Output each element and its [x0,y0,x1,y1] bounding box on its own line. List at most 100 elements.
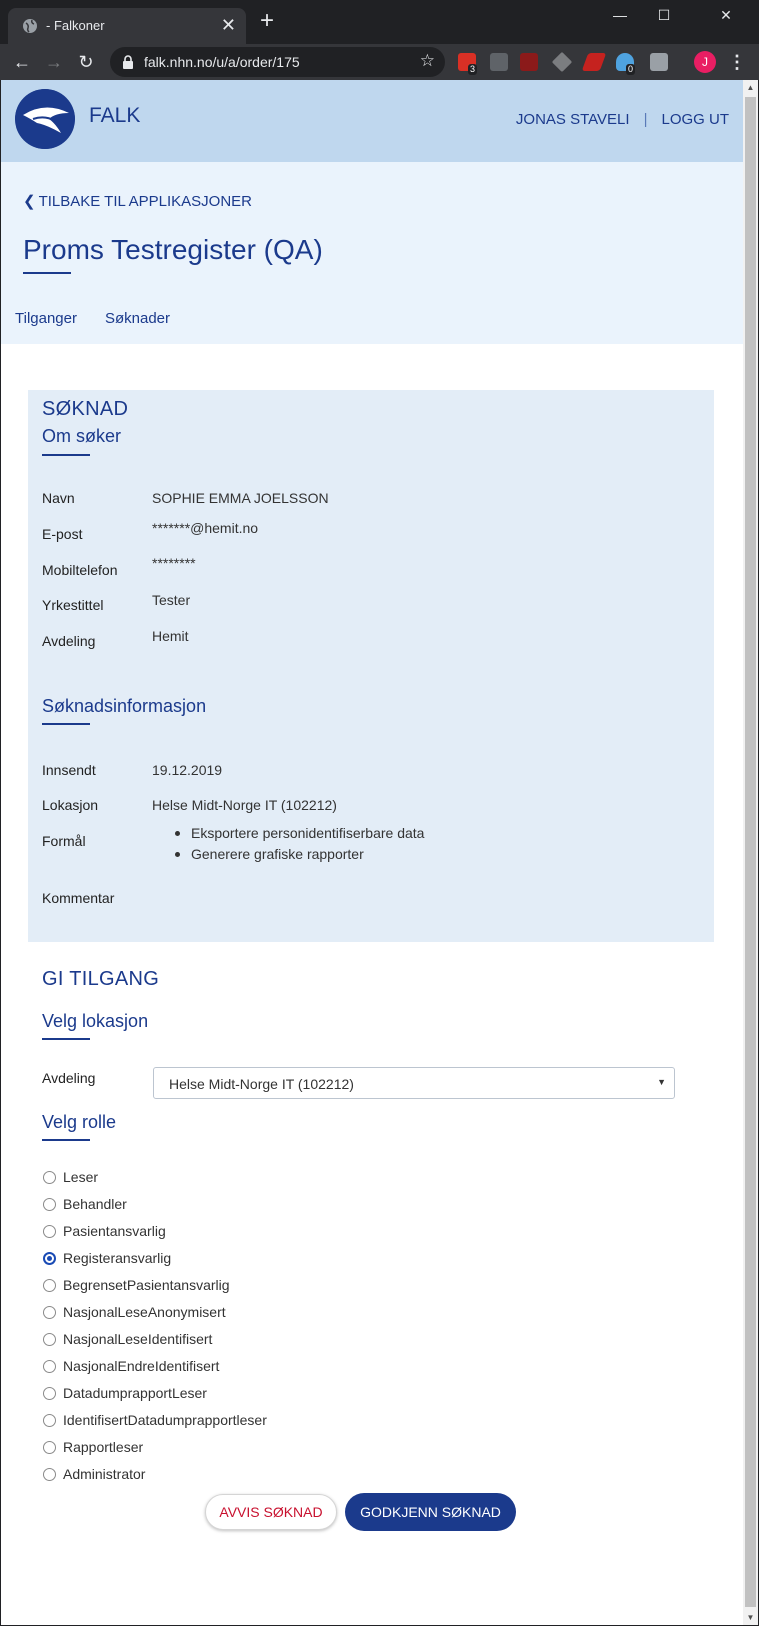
role-label: Pasientansvarlig [63,1223,166,1239]
browser-tabstrip: - Falkoner ✕ + — ☐ ✕ [0,0,759,44]
role-label: NasjonalEndreIdentifisert [63,1358,220,1374]
scrollbar-thumb[interactable] [745,97,756,1607]
list-item: Eksportere personidentifiserbare data [171,823,424,844]
department-label: Avdeling [42,633,96,649]
role-radio[interactable] [43,1171,56,1184]
role-label: Registeransvarlig [63,1250,172,1266]
url-text: falk.nhn.no/u/a/order/175 [144,54,300,70]
tab-tilganger[interactable]: Tilganger [15,310,77,327]
red-extension-icon[interactable] [581,53,607,71]
tab-title: - Falkoner [46,18,105,33]
role-radio[interactable] [43,1225,56,1238]
location-label: Lokasjon [42,797,99,813]
falk-logo[interactable] [15,89,75,149]
name-label: Navn [42,490,75,506]
role-select-heading: Velg rolle [42,1112,117,1132]
department-value: Hemit [152,628,189,644]
bookmark-star-icon[interactable]: ☆ [420,51,435,71]
pdf-extension-icon[interactable] [520,53,538,71]
tab-soknader[interactable]: Søknader [105,310,170,327]
list-item: Generere grafiske rapporter [171,844,424,865]
job-title-value: Tester [152,592,191,608]
role-label: NasjonalLeseAnonymisert [63,1304,226,1320]
heading-underline [42,1038,90,1040]
page-viewport: FALK JONAS STAVELI | LOGG UT ❮ TILBAKE TIL … [1,80,743,1625]
selenium-extension-icon[interactable] [490,53,508,71]
address-bar[interactable]: falk.nhn.no/u/a/order/175 ☆ [110,47,445,77]
user-name-link[interactable]: JONAS STAVELI [516,111,630,128]
chevron-left-icon: ❮ [23,193,36,210]
profile-avatar[interactable]: J [694,51,716,73]
grant-heading: GI TILGANG [42,968,160,990]
grant-department-label: Avdeling [42,1070,96,1086]
back-link-label: TILBAKE TIL APPLIKASJONER [38,193,252,210]
heading-underline [42,454,90,456]
browser-toolbar: ← → ↻ falk.nhn.no/u/a/order/175 ☆ 3 0 J … [0,44,759,80]
user-nav: JONAS STAVELI | LOGG UT [516,111,729,128]
scroll-down-arrow-icon[interactable]: ▼ [743,1610,758,1625]
role-label: BegrensetPasientansvarlig [63,1277,230,1293]
forward-arrow-icon[interactable]: → [42,50,66,74]
new-tab-icon[interactable]: + [260,9,274,33]
role-radio[interactable] [43,1306,56,1319]
applicant-heading: Om søker [42,426,121,446]
page-title: Proms Testregister (QA) [23,234,323,265]
heading-underline [42,723,90,725]
drive-extension-icon[interactable] [551,51,573,73]
back-to-applications-link[interactable]: ❮ TILBAKE TIL APPLIKASJONER [23,192,252,210]
minimize-icon[interactable]: — [597,4,643,26]
vertical-scrollbar[interactable]: ▲ ▼ [743,80,758,1625]
role-label: Rapportleser [63,1439,144,1455]
extension-badge: 0 [626,64,636,75]
keep-extension-icon[interactable] [650,53,668,71]
location-value: Helse Midt-Norge IT (102212) [152,797,337,813]
role-label: Administrator [63,1466,146,1482]
browser-tab[interactable]: - Falkoner ✕ [8,8,246,44]
extension-badge: 3 [468,64,478,75]
comment-label: Kommentar [42,890,115,906]
role-label: IdentifisertDatadumprapportleser [63,1412,267,1428]
role-radio[interactable] [43,1360,56,1373]
role-label: NasjonalLeseIdentifisert [63,1331,213,1347]
role-radio[interactable] [43,1441,56,1454]
purpose-label: Formål [42,833,86,849]
site-header: FALK JONAS STAVELI | LOGG UT [1,80,743,162]
role-label: DatadumprapportLeser [63,1385,207,1401]
department-select[interactable]: Helse Midt-Norge IT (102212) ▼ [153,1067,675,1099]
close-tab-icon[interactable]: ✕ [221,15,236,35]
application-heading: SØKNAD [42,398,129,420]
app-name: FALK [89,104,141,127]
role-radio[interactable] [43,1198,56,1211]
email-label: E-post [42,526,83,542]
job-title-label: Yrkestittel [42,597,104,613]
window-close-icon[interactable]: ✕ [703,4,749,26]
heading-underline [42,1139,90,1141]
lock-icon [123,55,133,69]
role-radio[interactable] [43,1252,56,1265]
page-tabs: Tilganger Søknader [15,310,198,327]
globe-icon [23,19,37,33]
chevron-down-icon: ▼ [657,1077,666,1087]
reload-icon[interactable]: ↻ [74,50,98,74]
nav-separator: | [643,111,648,128]
approve-application-button[interactable]: GODKJENN SØKNAD [345,1493,516,1531]
logout-link[interactable]: LOGG UT [661,111,729,128]
application-info-heading: Søknadsinformasjon [42,696,207,716]
reject-application-button[interactable]: AVVIS SØKNAD [205,1494,337,1530]
email-value: *******@hemit.no [152,520,259,536]
phone-label: Mobiltelefon [42,562,118,578]
back-arrow-icon[interactable]: ← [10,50,34,74]
role-label: Behandler [63,1196,127,1212]
department-select-value: Helse Midt-Norge IT (102212) [169,1076,354,1092]
role-radio[interactable] [43,1468,56,1481]
role-radio[interactable] [43,1333,56,1346]
name-value: SOPHIE EMMA JOELSSON [152,490,329,506]
browser-menu-icon[interactable]: ⋮ [728,50,746,74]
role-radio[interactable] [43,1387,56,1400]
scroll-up-arrow-icon[interactable]: ▲ [743,80,758,95]
maximize-icon[interactable]: ☐ [641,4,687,26]
purpose-list: Eksportere personidentifiserbare data Ge… [171,823,424,865]
location-select-heading: Velg lokasjon [42,1011,149,1031]
role-radio[interactable] [43,1414,56,1427]
role-radio[interactable] [43,1279,56,1292]
